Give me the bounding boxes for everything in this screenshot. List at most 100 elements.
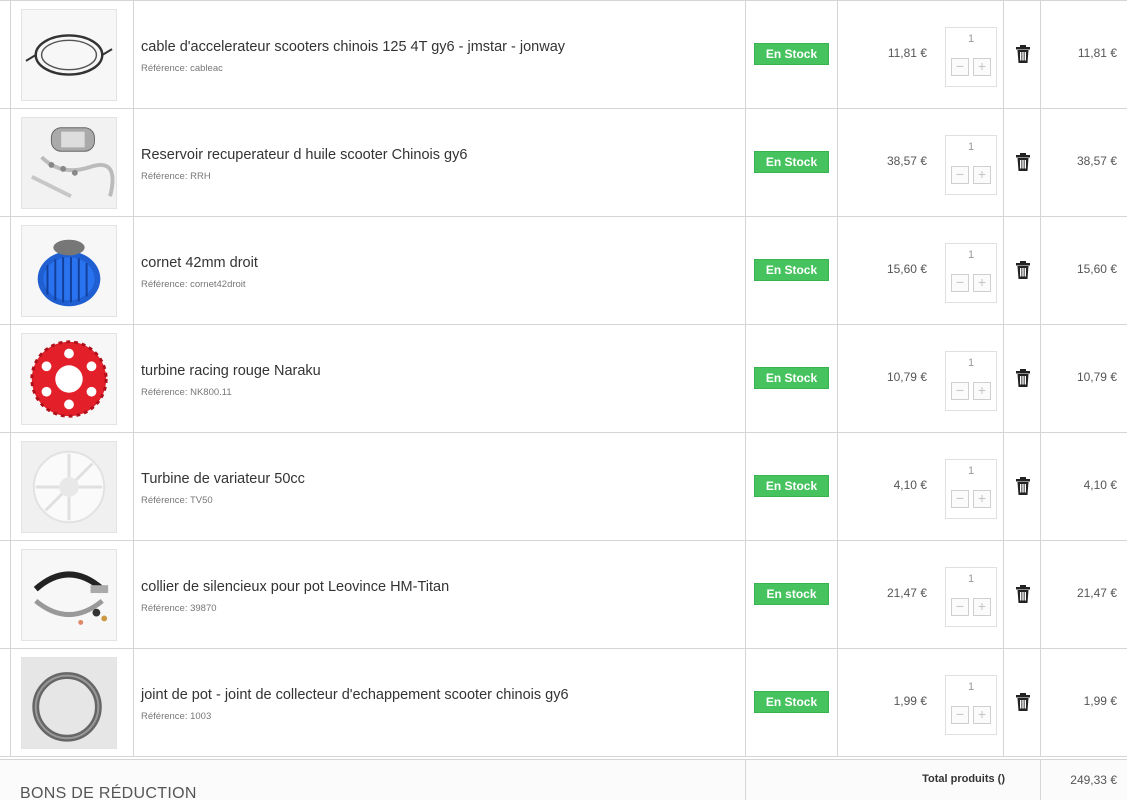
product-name-link[interactable]: cornet 42mm droit [141, 255, 258, 271]
quantity-plus-button[interactable]: + [973, 382, 991, 400]
availability-cell: En stock [745, 541, 837, 648]
white-turbine-image[interactable] [21, 441, 117, 533]
quantity-plus-button[interactable]: + [973, 274, 991, 292]
quantity-plus-button[interactable]: + [973, 706, 991, 724]
red-turbine-image[interactable] [21, 333, 117, 425]
quantity-minus-button[interactable]: − [951, 274, 969, 292]
trash-icon[interactable] [1015, 369, 1031, 387]
delete-cell [1003, 109, 1040, 216]
unit-price-cell: 21,47 € [837, 541, 933, 648]
cart-table: cable d'accelerateur scooters chinois 12… [0, 0, 1127, 757]
availability-cell: En Stock [745, 325, 837, 432]
unit-price-cell: 15,60 € [837, 217, 933, 324]
line-total-cell: 10,79 € [1040, 325, 1127, 432]
delete-cell [1003, 433, 1040, 540]
stock-badge: En Stock [754, 43, 829, 65]
reservoir-image[interactable] [21, 117, 117, 209]
quantity-input[interactable]: 1 [946, 33, 996, 45]
unit-price: 21,47 € [886, 586, 927, 600]
quantity-input[interactable]: 1 [946, 681, 996, 693]
trash-icon[interactable] [1015, 585, 1031, 603]
product-name-link[interactable]: Turbine de variateur 50cc [141, 471, 305, 487]
exhaust-gasket-image[interactable] [21, 657, 117, 749]
stock-badge: En Stock [754, 259, 829, 281]
quantity-minus-button[interactable]: − [951, 598, 969, 616]
product-description-cell: Reservoir recuperateur d huile scooter C… [133, 109, 745, 216]
quantity-cell: 1 − + [933, 541, 1003, 648]
quantity-input[interactable]: 1 [946, 465, 996, 477]
quantity-plus-button[interactable]: + [973, 58, 991, 76]
product-reference: Référence: 39870 [141, 603, 217, 614]
quantity-input[interactable]: 1 [946, 141, 996, 153]
line-total-cell: 1,99 € [1040, 649, 1127, 756]
line-total: 38,57 € [1076, 154, 1117, 168]
cable-image[interactable] [21, 9, 117, 101]
quantity-stepper: 1 − + [945, 243, 997, 303]
quantity-minus-button[interactable]: − [951, 706, 969, 724]
line-total-cell: 15,60 € [1040, 217, 1127, 324]
product-image-cell [10, 541, 133, 648]
unit-price: 38,57 € [886, 154, 927, 168]
quantity-minus-button[interactable]: − [951, 166, 969, 184]
product-name-link[interactable]: joint de pot - joint de collecteur d'ech… [141, 687, 569, 703]
product-name-link[interactable]: Reservoir recuperateur d huile scooter C… [141, 147, 467, 163]
quantity-cell: 1 − + [933, 649, 1003, 756]
trash-icon[interactable] [1015, 693, 1031, 711]
product-image-cell [10, 649, 133, 756]
product-reference: Référence: RRH [141, 171, 211, 182]
quantity-stepper: 1 − + [945, 135, 997, 195]
quantity-minus-button[interactable]: − [951, 58, 969, 76]
stock-badge: En Stock [754, 151, 829, 173]
unit-price-cell: 4,10 € [837, 433, 933, 540]
quantity-cell: 1 − + [933, 433, 1003, 540]
line-total: 21,47 € [1076, 586, 1117, 600]
cart-row: Reservoir recuperateur d huile scooter C… [0, 109, 1127, 217]
line-total-cell: 4,10 € [1040, 433, 1127, 540]
quantity-plus-button[interactable]: + [973, 598, 991, 616]
unit-price: 15,60 € [886, 262, 927, 276]
product-name-link[interactable]: collier de silencieux pour pot Leovince … [141, 579, 449, 595]
cart-row: turbine racing rouge Naraku Référence: NK… [0, 325, 1127, 433]
quantity-input[interactable]: 1 [946, 249, 996, 261]
product-description-cell: collier de silencieux pour pot Leovince … [133, 541, 745, 648]
quantity-minus-button[interactable]: − [951, 382, 969, 400]
unit-price: 11,81 € [887, 46, 927, 60]
product-name-link[interactable]: cable d'accelerateur scooters chinois 12… [141, 39, 565, 55]
quantity-stepper: 1 − + [945, 567, 997, 627]
quantity-minus-button[interactable]: − [951, 490, 969, 508]
product-image-cell [10, 217, 133, 324]
quantity-input[interactable]: 1 [946, 573, 996, 585]
stock-badge: En Stock [754, 475, 829, 497]
cart-footer: BONS DE RÉDUCTION Total produits () 249,… [0, 759, 1127, 800]
vouchers-title: BONS DE RÉDUCTION [20, 785, 197, 800]
quantity-input[interactable]: 1 [946, 357, 996, 369]
cart-row: joint de pot - joint de collecteur d'ech… [0, 649, 1127, 757]
unit-price-cell: 38,57 € [837, 109, 933, 216]
unit-price-cell: 11,81 € [837, 1, 933, 108]
footer-divider [745, 760, 746, 800]
unit-price-cell: 10,79 € [837, 325, 933, 432]
product-description-cell: cornet 42mm droit Référence: cornet42droi… [133, 217, 745, 324]
delete-cell [1003, 1, 1040, 108]
trash-icon[interactable] [1015, 261, 1031, 279]
trash-icon[interactable] [1015, 45, 1031, 63]
line-total: 15,60 € [1076, 262, 1117, 276]
line-total: 10,79 € [1076, 370, 1117, 384]
quantity-stepper: 1 − + [945, 459, 997, 519]
trash-icon[interactable] [1015, 477, 1031, 495]
line-total: 11,81 € [1077, 46, 1117, 60]
product-name-link[interactable]: turbine racing rouge Naraku [141, 363, 321, 379]
exhaust-clamp-image[interactable] [21, 549, 117, 641]
line-total-cell: 21,47 € [1040, 541, 1127, 648]
cart-row: cornet 42mm droit Référence: cornet42droi… [0, 217, 1127, 325]
trash-icon[interactable] [1015, 153, 1031, 171]
product-reference: Référence: 1003 [141, 711, 212, 722]
product-description-cell: turbine racing rouge Naraku Référence: NK… [133, 325, 745, 432]
unit-price: 10,79 € [886, 370, 927, 384]
footer-divider [1040, 760, 1041, 800]
air-filter-image[interactable] [21, 225, 117, 317]
product-description-cell: Turbine de variateur 50cc Référence: TV50 [133, 433, 745, 540]
stock-badge: En Stock [754, 367, 829, 389]
quantity-plus-button[interactable]: + [973, 166, 991, 184]
quantity-plus-button[interactable]: + [973, 490, 991, 508]
